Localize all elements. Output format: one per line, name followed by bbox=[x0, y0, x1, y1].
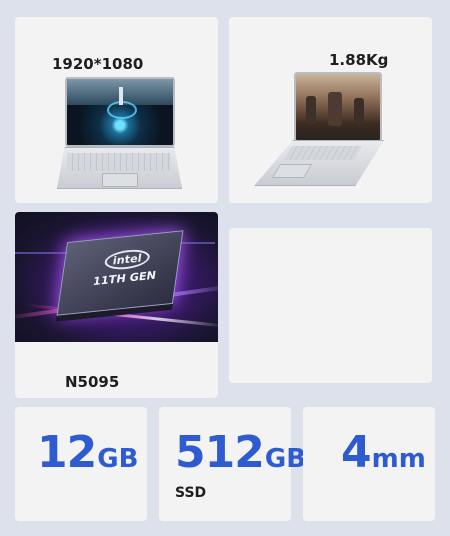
ram-value: 12 bbox=[37, 427, 97, 478]
ssd-unit: GB bbox=[264, 444, 307, 474]
laptop-front-image bbox=[57, 77, 182, 192]
ssd-value: 512 bbox=[175, 427, 265, 478]
laptop-angled-image bbox=[254, 72, 394, 192]
ram-card: 12GB bbox=[15, 407, 147, 521]
weight-card: 1.88Kg bbox=[229, 17, 432, 203]
blank-card bbox=[229, 228, 432, 383]
processor-chip-image: intel 11TH GEN bbox=[15, 212, 218, 342]
thickness-stat: 4mm bbox=[341, 427, 426, 478]
cpu-card: intel 11TH GEN N5095 bbox=[15, 212, 218, 398]
ram-unit: GB bbox=[97, 444, 139, 474]
thickness-unit: mm bbox=[371, 444, 426, 474]
resolution-label: 1920*1080 bbox=[52, 55, 144, 73]
resolution-card: 1920*1080 bbox=[15, 17, 218, 203]
weight-label: 1.88Kg bbox=[329, 51, 389, 69]
thickness-card: 4mm bbox=[303, 407, 435, 521]
thickness-value: 4 bbox=[341, 427, 372, 478]
ssd-caption: SSD bbox=[175, 485, 207, 501]
cpu-label: N5095 bbox=[65, 373, 120, 391]
ram-stat: 12GB bbox=[37, 427, 138, 478]
ssd-stat: 512GB bbox=[175, 427, 306, 478]
intel-logo-text: intel bbox=[103, 247, 152, 272]
ssd-card: 512GB SSD bbox=[159, 407, 306, 521]
